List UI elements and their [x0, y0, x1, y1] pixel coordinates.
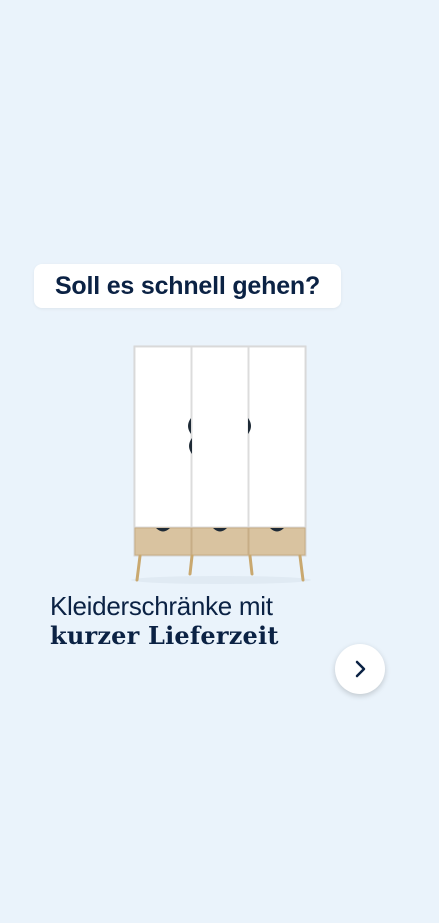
promo-badge: Soll es schnell gehen?	[34, 264, 341, 308]
wardrobe-image[interactable]	[126, 340, 316, 585]
chevron-right-icon	[355, 660, 366, 678]
next-button[interactable]	[335, 644, 385, 694]
promo-title-line1: Kleiderschränke mit	[50, 591, 273, 621]
wardrobe-illustration	[131, 345, 311, 584]
promo-badge-label: Soll es schnell gehen?	[54, 271, 321, 300]
promo-title-line2: kurzer Lieferzeit	[50, 621, 279, 650]
promo-title[interactable]: Kleiderschränke mit kurzer Lieferzeit	[50, 590, 350, 650]
